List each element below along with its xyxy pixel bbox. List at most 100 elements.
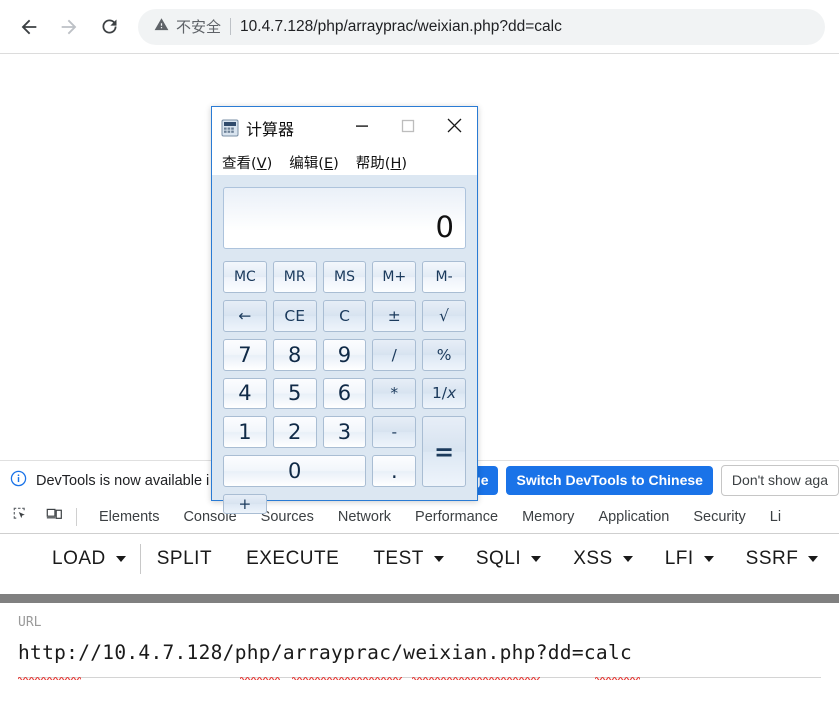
back-button[interactable]: [12, 10, 46, 44]
calc-key-label: *: [390, 384, 399, 403]
hackbar-execute-button[interactable]: EXECUTE: [244, 544, 341, 574]
hackbar-test-button[interactable]: TEST: [371, 544, 444, 574]
address-bar[interactable]: 不安全 10.4.7.128/php/arrayprac/weixian.php…: [138, 8, 825, 45]
calc-key-decimal-point[interactable]: .: [372, 455, 417, 487]
section-separator-bar: [0, 594, 839, 603]
calc-key-add[interactable]: +: [223, 494, 267, 514]
calc-key-label: ±: [387, 306, 401, 325]
calc-key-multiply[interactable]: *: [372, 377, 417, 410]
calculator-display: 0: [223, 187, 466, 249]
warning-triangle-icon[interactable]: [154, 17, 169, 37]
calc-key-digit-6[interactable]: 6: [322, 377, 367, 410]
hackbar-sqli-label: SQLI: [475, 547, 522, 569]
devtools-tab-security[interactable]: Security: [681, 509, 757, 525]
calc-key-percent[interactable]: %: [422, 338, 466, 371]
calc-key-digit-4[interactable]: 4: [223, 377, 267, 410]
reload-icon: [99, 16, 120, 37]
calculator-menu-bar: 查看(V) 编辑(E) 帮助(H): [212, 149, 477, 175]
minimize-button[interactable]: [339, 107, 385, 149]
address-bar-url: 10.4.7.128/php/arrayprac/weixian.php?dd=…: [240, 17, 562, 35]
hackbar-lfi-label: LFI: [664, 547, 694, 569]
hackbar-ssrf-label: SSRF: [745, 547, 799, 569]
calculator-menu-item-2[interactable]: 帮助(H): [356, 152, 407, 173]
calc-key-label: .: [390, 459, 398, 484]
calc-key-digit-0[interactable]: 0: [223, 455, 367, 487]
calc-key-square-root[interactable]: √: [422, 299, 466, 332]
calc-key-label: 3: [337, 420, 352, 445]
forward-button[interactable]: [52, 10, 86, 44]
calc-key-reciprocal[interactable]: 1/x: [422, 377, 466, 410]
calculator-icon: [221, 119, 239, 137]
calc-key-label: 8: [288, 342, 302, 367]
calc-key-backspace[interactable]: ←: [223, 299, 267, 332]
calc-key-label: %: [436, 345, 452, 364]
url-field-label: URL: [18, 615, 42, 630]
dont-show-again-button[interactable]: Don't show aga: [720, 465, 839, 496]
switch-devtools-language-button[interactable]: Switch DevTools to Chinese: [506, 466, 713, 495]
calc-key-digit-9[interactable]: 9: [322, 338, 367, 371]
hackbar-execute-label: EXECUTE: [246, 547, 340, 569]
device-toolbar-button[interactable]: [40, 503, 68, 531]
calc-key-plus-minus[interactable]: ±: [372, 299, 417, 332]
url-field-input[interactable]: http://10.4.7.128/php/arrayprac/weixian.…: [18, 641, 632, 664]
devtools-tab-elements[interactable]: Elements: [87, 509, 171, 525]
calc-key-digit-3[interactable]: 3: [322, 416, 367, 449]
chevron-down-icon[interactable]: [433, 555, 444, 562]
calc-key-label: 2: [288, 420, 302, 445]
inspect-element-button[interactable]: [6, 503, 34, 531]
hackbar-load-button[interactable]: LOAD: [50, 544, 126, 574]
calc-key-label: -: [391, 423, 398, 442]
reload-button[interactable]: [92, 10, 126, 44]
arrow-right-icon: [58, 16, 80, 38]
omnibox-divider: [230, 18, 232, 35]
calc-key-digit-7[interactable]: 7: [223, 338, 267, 371]
calc-key-memory-store[interactable]: MS: [322, 261, 367, 293]
calculator-menu-accelerator: (H): [384, 155, 408, 172]
calculator-menu-accelerator: (V): [251, 155, 273, 172]
chevron-down-icon[interactable]: [622, 555, 633, 562]
spellcheck-squiggle: [17, 667, 148, 682]
devtools-tab-memory[interactable]: Memory: [510, 509, 586, 525]
calculator-window[interactable]: 计算器 查看(V) 编辑(E) 帮助(H) 0 MC MR MS M+ M- ←…: [211, 106, 478, 514]
calc-key-label: C: [339, 306, 350, 325]
calc-key-label: 1/x: [431, 384, 457, 403]
calc-key-digit-2[interactable]: 2: [272, 416, 317, 449]
calc-key-label: 1: [238, 420, 252, 445]
calc-key-subtract[interactable]: -: [372, 416, 417, 449]
calc-key-memory-add[interactable]: M+: [372, 261, 417, 293]
calc-key-label: ←: [238, 306, 252, 325]
calc-key-digit-5[interactable]: 5: [272, 377, 317, 410]
chevron-down-icon[interactable]: [115, 555, 126, 562]
hackbar-split-button[interactable]: SPLIT: [155, 544, 214, 574]
hackbar-ssrf-button[interactable]: SSRF: [744, 544, 819, 574]
chevron-down-icon[interactable]: [531, 555, 542, 562]
calc-key-memory-recall[interactable]: MR: [272, 261, 317, 293]
calc-key-memory-subtract[interactable]: M-: [422, 261, 466, 293]
calc-key-clear-entry[interactable]: CE: [272, 299, 317, 332]
hackbar-xss-button[interactable]: XSS: [571, 544, 633, 574]
calc-key-divide[interactable]: /: [372, 338, 417, 371]
calc-key-memory-clear[interactable]: MC: [223, 261, 267, 293]
hackbar-split-label: SPLIT: [156, 547, 213, 569]
calc-key-clear[interactable]: C: [322, 299, 367, 332]
hackbar-divider: [139, 543, 141, 574]
calc-key-label: =: [434, 437, 455, 466]
calc-key-digit-8[interactable]: 8: [272, 338, 317, 371]
hackbar-sqli-button[interactable]: SQLI: [474, 544, 542, 574]
close-button[interactable]: [431, 107, 477, 149]
calc-key-digit-1[interactable]: 1: [223, 416, 267, 449]
calculator-display-value: 0: [435, 210, 454, 244]
devtools-tab-li[interactable]: Li: [758, 509, 793, 525]
calc-key-label: MS: [334, 268, 355, 285]
hackbar-lfi-button[interactable]: LFI: [663, 544, 714, 574]
calc-key-label: √: [439, 306, 450, 325]
calc-key-equals[interactable]: =: [422, 416, 466, 487]
calculator-menu-item-0[interactable]: 查看(V): [222, 152, 272, 173]
calculator-menu-item-1[interactable]: 编辑(E): [289, 152, 339, 173]
calculator-title-bar[interactable]: 计算器: [212, 107, 477, 149]
calc-key-label: MC: [233, 268, 256, 285]
chevron-down-icon[interactable]: [808, 555, 819, 562]
devtools-tab-application[interactable]: Application: [586, 509, 681, 525]
calculator-keypad: MC MR MS M+ M- ← CE C ± √ 7 8 9 /% 4 5 6 * 1/x 1 2 3 - = 0. +: [223, 261, 466, 514]
chevron-down-icon[interactable]: [703, 555, 714, 562]
